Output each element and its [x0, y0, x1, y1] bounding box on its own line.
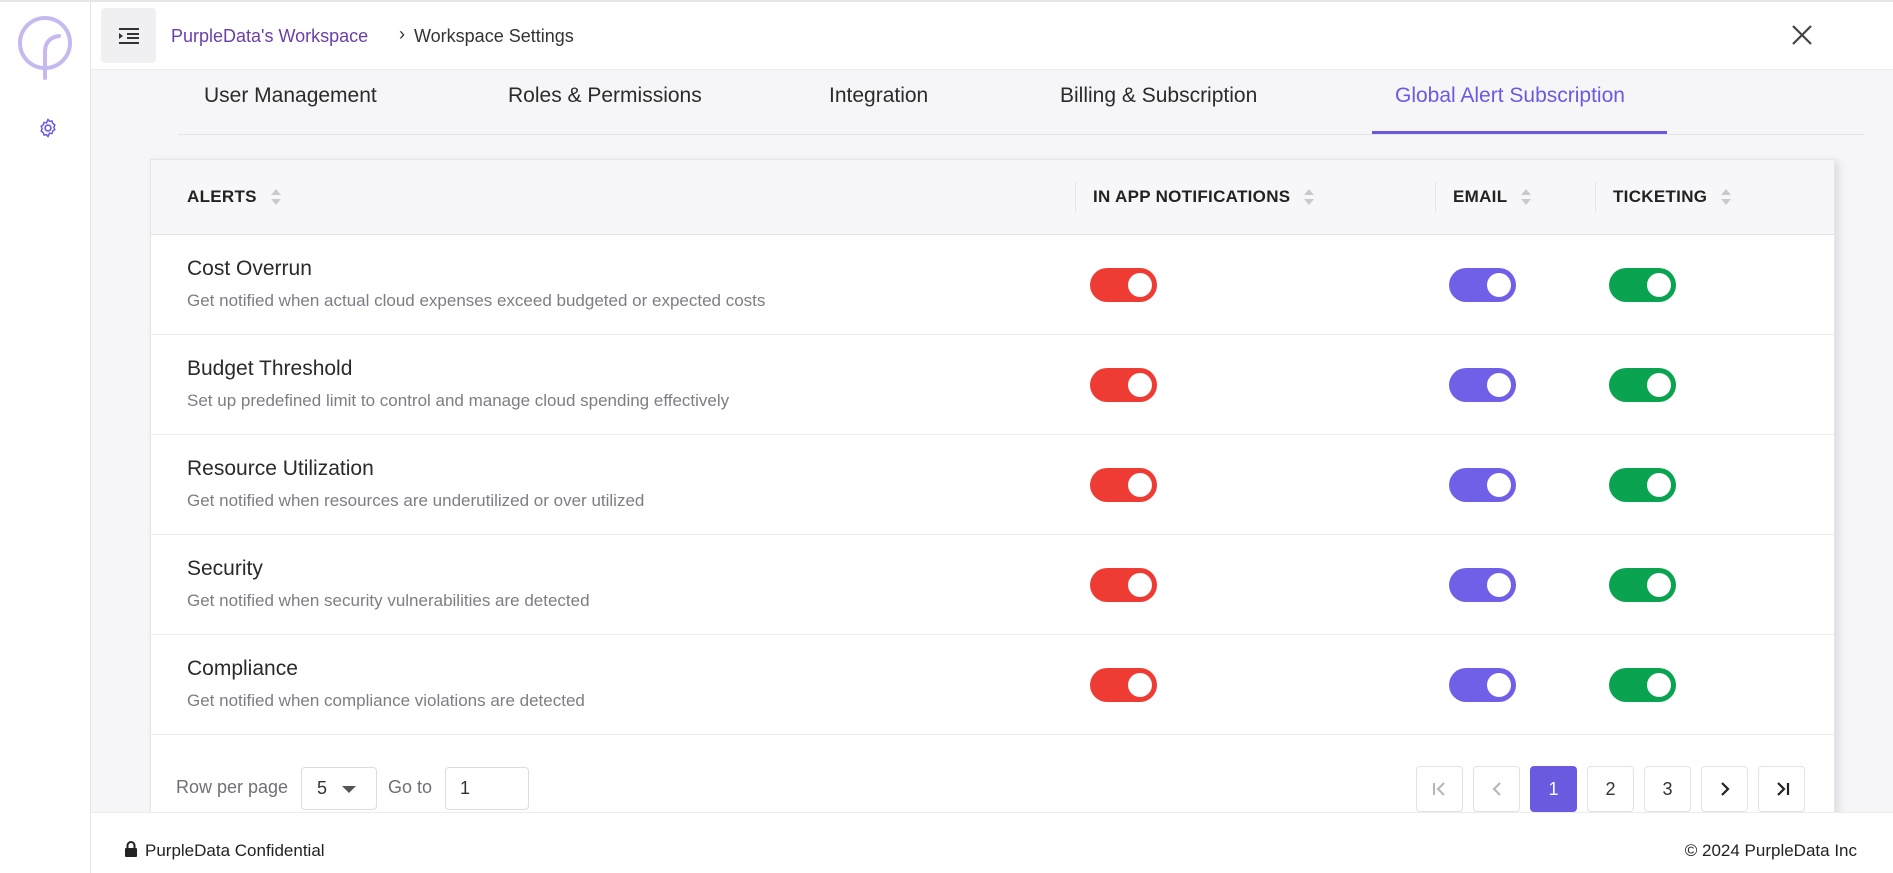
alert-description: Set up predefined limit to control and m…	[187, 391, 730, 410]
purpledata-logo[interactable]	[16, 14, 74, 82]
ticketing-toggle[interactable]	[1609, 468, 1676, 502]
active-tab-indicator	[1372, 131, 1667, 134]
goto-page-input[interactable]	[445, 767, 529, 810]
alert-description: Get notified when actual cloud expenses …	[187, 291, 766, 310]
alert-description: Get notified when security vulnerabiliti…	[187, 591, 590, 610]
chevron-left-icon	[1492, 782, 1501, 796]
gear-icon[interactable]	[37, 117, 59, 139]
sort-icon[interactable]	[270, 188, 281, 206]
breadcrumb-separator: ›	[399, 24, 405, 44]
chevron-right-icon	[1720, 782, 1730, 796]
copyright-label: © 2024 PurpleData Inc	[1684, 841, 1857, 860]
alert-title: Compliance	[187, 657, 298, 680]
rows-per-page-select[interactable]: 5	[301, 767, 377, 810]
previous-page-button[interactable]	[1473, 766, 1520, 812]
column-divider	[1075, 182, 1076, 212]
in-app-toggle[interactable]	[1090, 568, 1157, 602]
table-row: Resource Utilization Get notified when r…	[151, 435, 1834, 535]
email-toggle[interactable]	[1449, 268, 1516, 302]
table-row: Compliance Get notified when compliance …	[151, 635, 1834, 735]
column-header-ticketing[interactable]: TICKETING	[1613, 187, 1732, 207]
footer: PurpleData Confidential © 2024 PurpleDat…	[91, 812, 1893, 873]
confidential-label: PurpleData Confidential	[145, 841, 325, 860]
in-app-toggle[interactable]	[1090, 268, 1157, 302]
column-header-in-app[interactable]: IN APP NOTIFICATIONS	[1093, 187, 1315, 207]
email-toggle[interactable]	[1449, 468, 1516, 502]
email-toggle[interactable]	[1449, 668, 1516, 702]
alert-title: Resource Utilization	[187, 457, 374, 480]
alert-description: Get notified when compliance violations …	[187, 691, 585, 710]
sort-icon[interactable]	[1304, 188, 1315, 206]
goto-label: Go to	[388, 777, 433, 797]
table-header: ALERTS IN APP NOTIFICATIONS EMAIL TICKET…	[151, 160, 1834, 235]
caret-down-icon	[342, 786, 356, 793]
tab-billing-subscription[interactable]: Billing & Subscription	[1060, 84, 1257, 108]
breadcrumb-workspace[interactable]: PurpleData's Workspace	[171, 26, 368, 47]
ticketing-toggle[interactable]	[1609, 568, 1676, 602]
menu-toggle-icon	[118, 27, 139, 44]
table-row: Budget Threshold Set up predefined limit…	[151, 335, 1834, 435]
breadcrumb-page: Workspace Settings	[414, 26, 574, 46]
in-app-toggle[interactable]	[1090, 368, 1157, 402]
pagination: Row per page 5 Go to 1 2 3	[151, 760, 1834, 815]
alert-title: Security	[187, 557, 263, 580]
column-header-email[interactable]: EMAIL	[1453, 187, 1532, 207]
tab-global-alert-subscription[interactable]: Global Alert Subscription	[1395, 84, 1625, 108]
rows-per-page-label: Row per page	[176, 777, 289, 797]
email-toggle[interactable]	[1449, 568, 1516, 602]
ticketing-toggle[interactable]	[1609, 668, 1676, 702]
first-page-button[interactable]	[1416, 766, 1463, 812]
close-icon[interactable]	[1789, 22, 1815, 48]
ticketing-toggle[interactable]	[1609, 268, 1676, 302]
alert-description: Get notified when resources are underuti…	[187, 491, 645, 510]
settings-tabs: User Management Roles & Permissions Inte…	[178, 70, 1864, 135]
table-row: Cost Overrun Get notified when actual cl…	[151, 235, 1834, 335]
in-app-toggle[interactable]	[1090, 468, 1157, 502]
next-page-button[interactable]	[1701, 766, 1748, 812]
sort-icon[interactable]	[1521, 188, 1532, 206]
alerts-table: ALERTS IN APP NOTIFICATIONS EMAIL TICKET…	[150, 159, 1835, 814]
column-divider	[1435, 182, 1436, 212]
sort-icon[interactable]	[1721, 188, 1732, 206]
tab-integration[interactable]: Integration	[829, 84, 928, 108]
last-page-icon	[1776, 782, 1789, 796]
email-toggle[interactable]	[1449, 368, 1516, 402]
last-page-button[interactable]	[1758, 766, 1805, 812]
left-rail	[0, 2, 91, 873]
top-header: PurpleData's Workspace › Workspace Setti…	[91, 2, 1893, 70]
column-divider	[1595, 182, 1596, 212]
tab-user-management[interactable]: User Management	[204, 84, 377, 108]
table-row: Security Get notified when security vuln…	[151, 535, 1834, 635]
tab-roles-permissions[interactable]: Roles & Permissions	[508, 84, 702, 108]
alert-title: Cost Overrun	[187, 257, 312, 280]
ticketing-toggle[interactable]	[1609, 368, 1676, 402]
column-header-alerts[interactable]: ALERTS	[187, 187, 281, 207]
page-button-3[interactable]: 3	[1644, 766, 1691, 812]
menu-toggle-button[interactable]	[101, 8, 156, 63]
alert-title: Budget Threshold	[187, 357, 353, 380]
in-app-toggle[interactable]	[1090, 668, 1157, 702]
first-page-icon	[1432, 782, 1445, 796]
page-button-1[interactable]: 1	[1530, 766, 1577, 812]
lock-icon	[125, 841, 137, 857]
page-button-2[interactable]: 2	[1587, 766, 1634, 812]
